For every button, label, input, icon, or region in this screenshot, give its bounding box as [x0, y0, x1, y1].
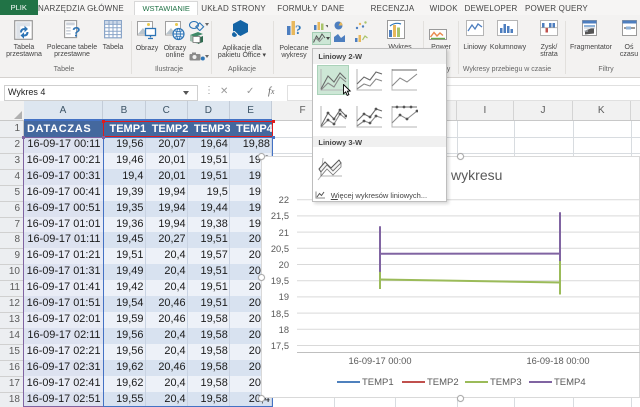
- svg-text:?: ?: [72, 24, 81, 40]
- svg-text:?: ?: [295, 22, 302, 37]
